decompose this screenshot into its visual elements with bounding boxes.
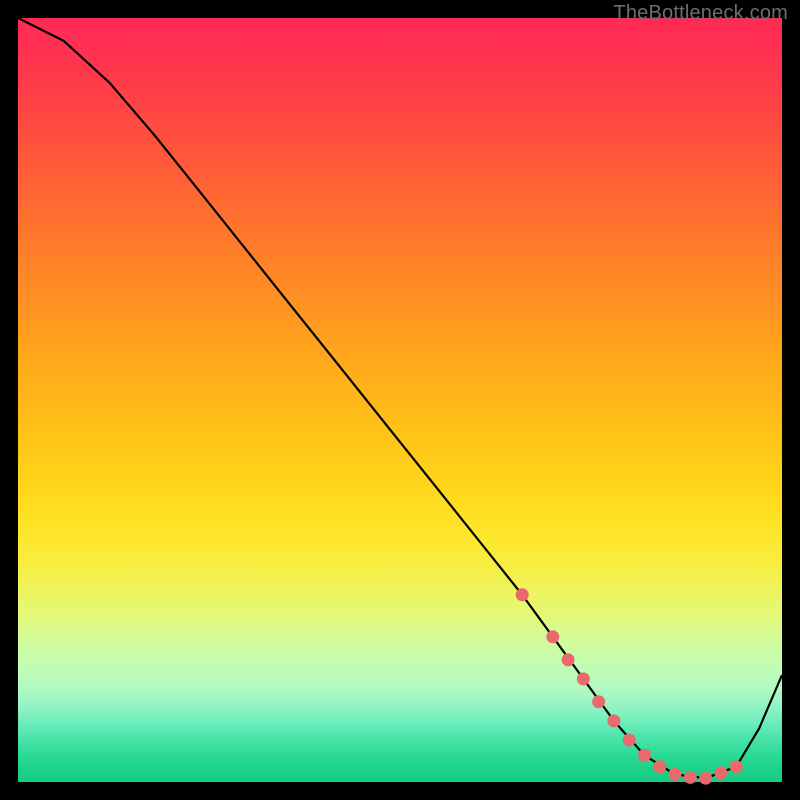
highlight-dot <box>684 771 697 784</box>
highlight-dot <box>592 695 605 708</box>
highlight-dot <box>516 588 529 601</box>
highlight-dot <box>562 653 575 666</box>
highlight-dot <box>577 672 590 685</box>
highlight-dot <box>714 766 727 779</box>
bottleneck-curve <box>18 18 782 778</box>
highlight-dot <box>546 630 559 643</box>
highlight-dots-group <box>516 588 743 784</box>
highlight-dot <box>669 768 682 781</box>
highlight-dot <box>623 734 636 747</box>
gradient-plot-area <box>18 18 782 782</box>
highlight-dot <box>653 760 666 773</box>
highlight-dot <box>699 772 712 785</box>
highlight-dot <box>638 749 651 762</box>
highlight-dot <box>730 760 743 773</box>
chart-frame: TheBottleneck.com <box>0 0 800 800</box>
curve-svg <box>18 18 782 782</box>
highlight-dot <box>607 714 620 727</box>
watermark-text: TheBottleneck.com <box>613 2 788 25</box>
